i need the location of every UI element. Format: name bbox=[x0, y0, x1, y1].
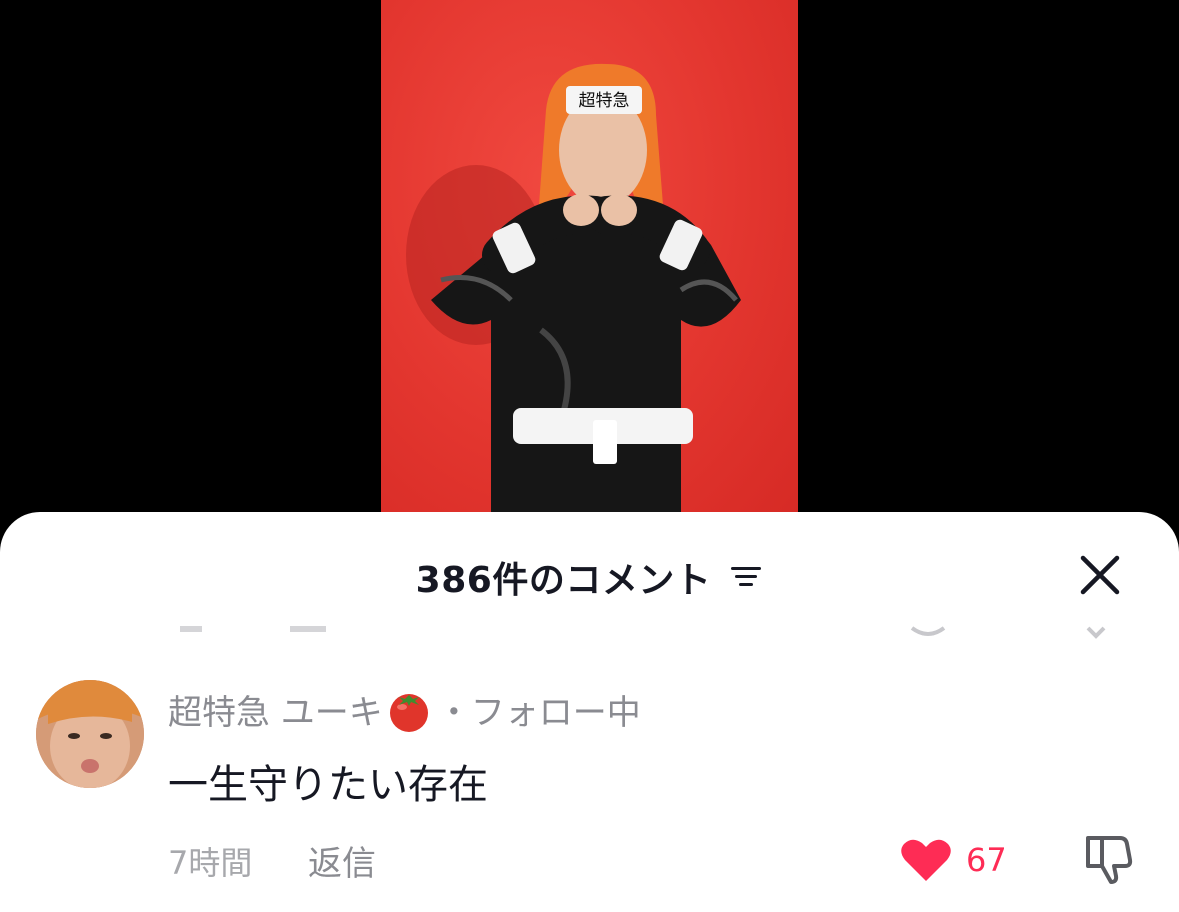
comment-meta: 超特急 ユーキ ・ フォロー中 bbox=[168, 685, 641, 734]
heart-icon bbox=[901, 839, 951, 881]
video-frame[interactable]: 超特急 bbox=[381, 0, 798, 520]
thumbs-down-icon bbox=[1086, 836, 1133, 884]
close-icon bbox=[1080, 555, 1120, 595]
dislike-button[interactable] bbox=[1080, 830, 1136, 886]
comment-sheet: 386件のコメント 超特急 ユーキ ・ フォロー中 一生守りたい存在 7時間 返… bbox=[0, 512, 1179, 912]
close-button[interactable] bbox=[1077, 552, 1123, 598]
video-area[interactable]: 超特急 bbox=[0, 0, 1179, 520]
like-button[interactable]: 67 bbox=[900, 830, 1007, 890]
previous-comment-remnant bbox=[160, 625, 1120, 639]
comment-item: 超特急 ユーキ ・ フォロー中 一生守りたい存在 7時間 返信 67 bbox=[0, 680, 1179, 900]
tomato-icon bbox=[385, 687, 433, 733]
meta-separator: ・ bbox=[436, 693, 471, 733]
filter-icon[interactable] bbox=[729, 562, 763, 592]
sheet-header: 386件のコメント bbox=[0, 552, 1179, 602]
like-count: 67 bbox=[966, 841, 1007, 879]
sheet-title: 386件のコメント bbox=[415, 560, 712, 601]
reply-button[interactable]: 返信 bbox=[308, 836, 376, 885]
headband-text: 超特急 bbox=[579, 91, 630, 111]
follow-status: フォロー中 bbox=[470, 693, 641, 733]
comment-text: 一生守りたい存在 bbox=[168, 762, 488, 808]
avatar[interactable] bbox=[36, 680, 144, 788]
comment-time: 7時間 bbox=[168, 844, 253, 882]
comment-author[interactable]: 超特急 ユーキ bbox=[168, 685, 383, 734]
video-still: 超特急 bbox=[406, 63, 741, 520]
